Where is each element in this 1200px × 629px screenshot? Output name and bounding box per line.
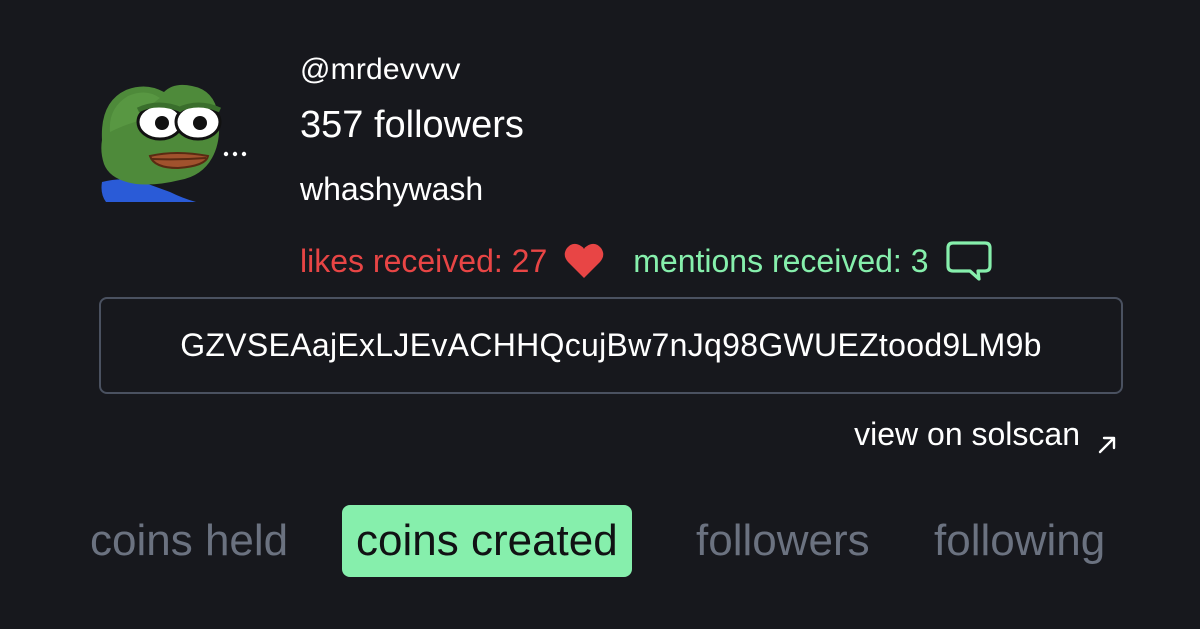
tab-coins-created[interactable]: coins created — [342, 505, 632, 577]
avatar — [96, 80, 254, 204]
tab-coins-held[interactable]: coins held — [90, 505, 288, 577]
profile-tabs: coins held coins created followers follo… — [0, 505, 1200, 577]
likes-received: likes received: 27 — [300, 242, 605, 280]
profile-handle: @mrdevvvv — [300, 53, 461, 86]
mentions-received-label: mentions received: 3 — [633, 242, 929, 279]
tab-following[interactable]: following — [934, 505, 1105, 577]
solscan-link-label: view on solscan — [854, 416, 1080, 452]
view-on-solscan-link[interactable]: view on solscan — [854, 412, 1118, 456]
profile-page: @mrdevvvv 357 followers whashywash likes… — [0, 0, 1200, 629]
profile-bio: whashywash — [300, 171, 484, 207]
external-arrow-icon — [1096, 423, 1118, 454]
comment-icon — [945, 238, 993, 284]
followers-count: 357 followers — [300, 104, 524, 146]
mentions-received: mentions received: 3 — [633, 238, 992, 284]
pepe-frog-icon — [101, 84, 247, 202]
likes-received-label: likes received: 27 — [300, 242, 548, 279]
tab-followers[interactable]: followers — [696, 505, 870, 577]
wallet-address-field[interactable]: GZVSEAajExLJEvACHHQcujBw7nJq98GWUEZtood9… — [99, 297, 1123, 394]
heart-icon — [563, 242, 605, 280]
stats-row: likes received: 27 mentions received: 3 — [300, 238, 993, 284]
